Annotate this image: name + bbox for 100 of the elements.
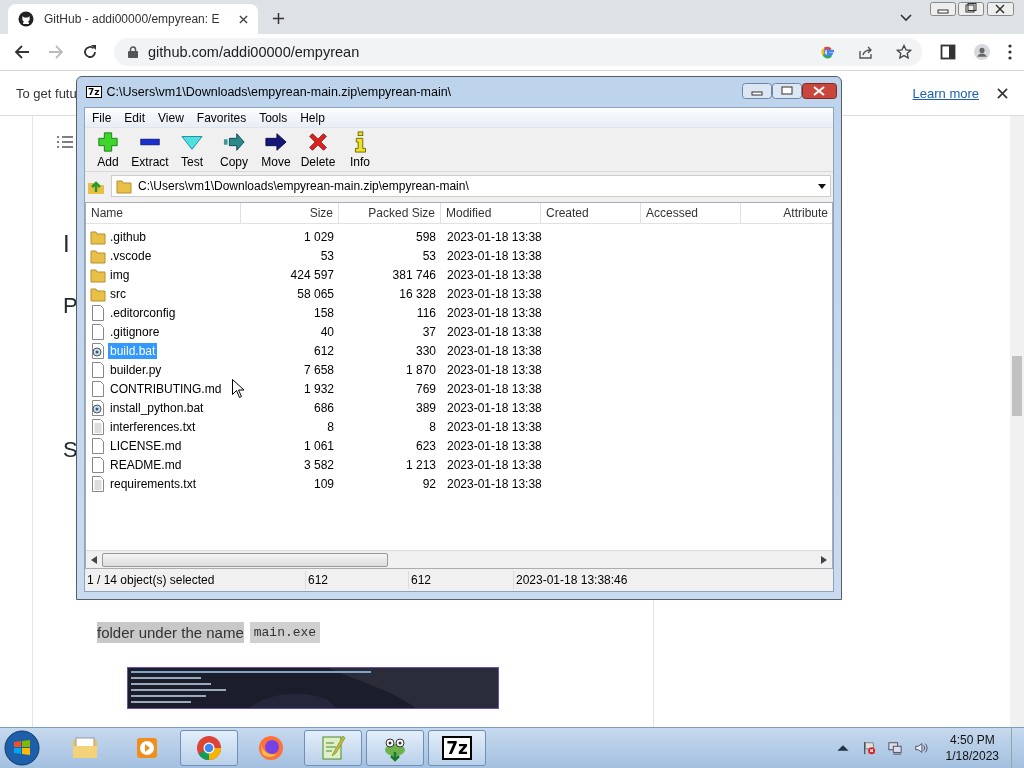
column-header[interactable]: Attribute [741, 203, 832, 223]
browser-tab[interactable]: GitHub - addi00000/empyrean: E [8, 4, 258, 34]
search-engine-icon[interactable] [820, 44, 836, 60]
file-icon [90, 456, 106, 473]
reload-icon[interactable] [82, 44, 98, 60]
chevron-down-icon[interactable] [900, 14, 912, 22]
file-name[interactable]: .github [108, 228, 149, 245]
toolbar-button[interactable]: Test [171, 131, 213, 169]
new-tab-icon[interactable] [272, 12, 285, 25]
share-icon[interactable] [858, 44, 874, 60]
folder-icon [90, 285, 106, 302]
learn-more-link[interactable]: Learn more [912, 85, 979, 101]
file-name[interactable]: CONTRIBUTING.md [108, 380, 224, 397]
file-name[interactable]: .gitignore [108, 323, 162, 340]
toolbar-button[interactable]: Delete [297, 131, 339, 169]
file-name[interactable]: .editorconfig [108, 304, 178, 321]
address-field[interactable]: github.com/addi00000/empyrean [114, 38, 922, 66]
modified-cell-text: 2023-01-18 13:38 [446, 476, 541, 491]
size-cell-text: 58 065 [296, 286, 335, 301]
file-name[interactable]: builder.py [108, 361, 164, 378]
avatar-icon[interactable] [974, 44, 990, 60]
status-text: 612 [306, 571, 409, 589]
column-header[interactable]: Packed Size [339, 203, 441, 223]
toolbar-button[interactable]: Move [255, 131, 297, 169]
column-header[interactable]: Modified [441, 203, 541, 223]
modified-cell-text: 2023-01-18 13:38 [446, 457, 541, 472]
code-text: main.exe [249, 622, 321, 643]
packed-size-cell-text: 1 213 [404, 457, 437, 472]
gear-file-icon [90, 342, 106, 359]
folder-icon [90, 266, 106, 283]
taskbar-button[interactable] [304, 730, 362, 766]
window-controls-drawing[interactable] [742, 83, 838, 101]
size-cell-text: 686 [312, 400, 335, 415]
window-controls-drawing[interactable] [930, 2, 1014, 18]
arrow-right-icon [223, 131, 245, 153]
packed-size-cell-text: 598 [414, 229, 437, 244]
start-button[interactable] [4, 730, 40, 766]
horizontal-scrollbar[interactable] [86, 550, 832, 568]
file-name[interactable]: README.md [108, 456, 184, 473]
path-field[interactable]: C:\Users\vm1\Downloads\empyrean-main.zip\empyrean-main\ [111, 175, 831, 197]
packed-size-cell-text: 8 [428, 419, 437, 434]
clock[interactable]: 4:50 PM 1/18/2023 [945, 732, 999, 764]
size-cell-text: 612 [312, 343, 335, 358]
size-cell-text: 8 [326, 419, 335, 434]
info-message: To get futu [16, 85, 77, 101]
menu-item[interactable]: Tools [259, 110, 288, 125]
toolbar-button[interactable]: Info [339, 131, 381, 169]
column-header[interactable]: Created [541, 203, 641, 223]
status-text: 2023-01-18 13:38:46 [515, 572, 629, 589]
file-name[interactable]: install_python.bat [108, 399, 206, 416]
flag-icon[interactable] [861, 741, 876, 755]
menu-item[interactable]: Help [300, 110, 325, 125]
file-name[interactable]: img [108, 266, 132, 283]
menu-item[interactable]: File [92, 110, 112, 125]
column-header[interactable]: Accessed [641, 203, 741, 223]
back-icon[interactable] [14, 44, 30, 60]
scroll-right-icon[interactable] [821, 555, 827, 564]
close-icon[interactable] [997, 87, 1008, 99]
size-cell-text: 7 658 [302, 362, 335, 377]
folder-icon [116, 178, 132, 194]
column-header[interactable]: Size [241, 203, 339, 223]
taskbar-button[interactable]: 7z [428, 730, 486, 766]
file-name[interactable]: src [108, 285, 128, 302]
close-tab-icon[interactable] [239, 14, 248, 24]
modified-cell-text: 2023-01-18 13:38 [446, 343, 541, 358]
star-icon[interactable] [896, 44, 912, 60]
dropdown-caret-icon[interactable] [818, 183, 826, 189]
lock-icon [128, 46, 138, 58]
modified-cell-text: 2023-01-18 13:38 [446, 400, 541, 415]
clock-date: 1/18/2023 [945, 748, 999, 764]
file-name[interactable]: LICENSE.md [108, 437, 184, 454]
list-icon[interactable] [57, 136, 73, 148]
file-name[interactable]: .vscode [108, 247, 154, 264]
taskbar-button[interactable] [366, 730, 424, 766]
column-header[interactable]: Name [86, 203, 241, 223]
file-name[interactable]: requirements.txt [108, 475, 199, 492]
size-cell-text: 1 932 [302, 381, 335, 396]
size-cell-text: 1 061 [302, 438, 335, 453]
modified-cell-text: 2023-01-18 13:38 [446, 229, 541, 244]
heading-fragment: P [63, 292, 78, 320]
side-panel-icon[interactable] [940, 44, 956, 60]
browser-logo-icon [195, 734, 223, 762]
scroll-left-icon[interactable] [91, 555, 97, 564]
toolbar-button[interactable]: Add [87, 131, 129, 169]
toolbar-button[interactable]: Copy [213, 131, 255, 169]
menu-item[interactable]: View [158, 110, 184, 125]
size-cell-text: 1 029 [302, 229, 335, 244]
toolbar-button[interactable]: Extract [129, 131, 171, 169]
menu-item[interactable]: Edit [124, 110, 146, 125]
file-icon [90, 304, 106, 321]
file-name[interactable]: interferences.txt [108, 418, 198, 435]
page-scrollbar[interactable] [1010, 116, 1024, 727]
gear-file-icon [90, 399, 106, 416]
modified-cell-text: 2023-01-18 13:38 [446, 324, 541, 339]
taskbar-button[interactable] [180, 730, 238, 766]
arrow-right-icon [265, 131, 287, 153]
menu-item[interactable]: Favorites [196, 110, 247, 125]
menu-icon[interactable] [1008, 44, 1012, 60]
network-icon[interactable] [887, 741, 902, 755]
speaker-icon[interactable] [913, 741, 928, 755]
